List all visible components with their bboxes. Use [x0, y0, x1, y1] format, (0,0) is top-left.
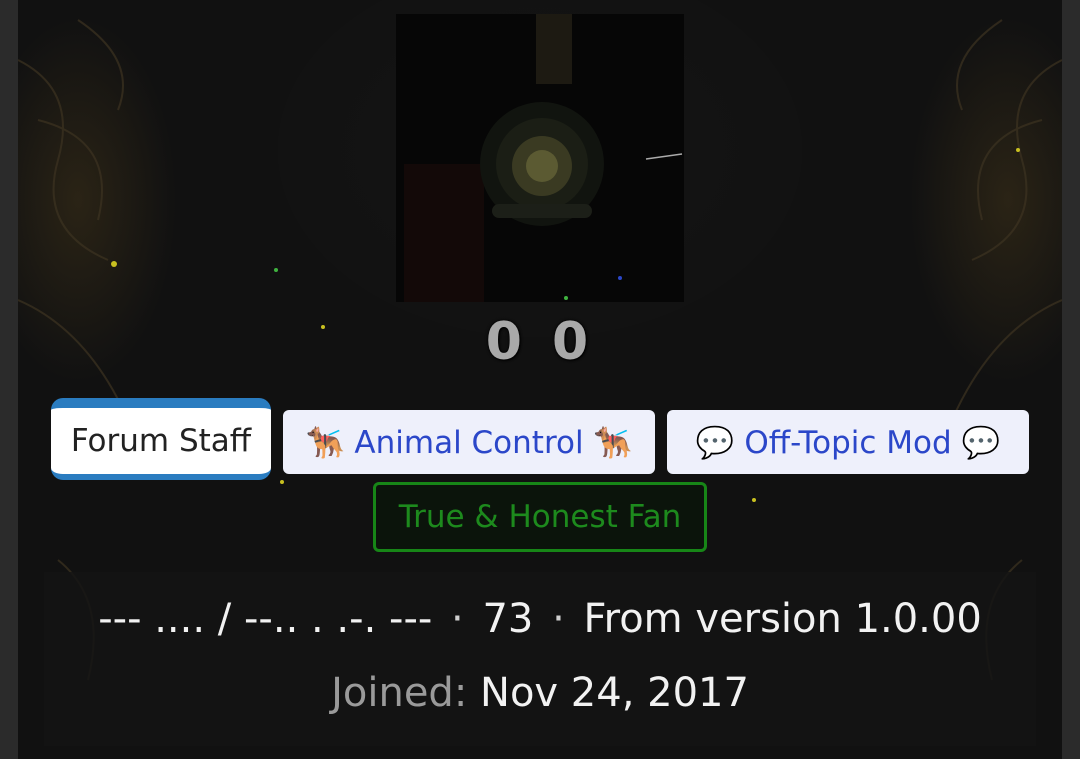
user-title: --- .... / --.. . .-. ---	[98, 596, 433, 642]
forum-staff-badge[interactable]: Forum Staff	[51, 398, 271, 480]
avatar-image	[396, 14, 684, 302]
from-version: From version 1.0.00	[583, 596, 982, 642]
separator: ·	[552, 596, 565, 642]
page: 0 0 Forum Staff 🐕‍🦺 Animal Control 🐕‍🦺 💬…	[0, 0, 1080, 759]
avatar[interactable]	[396, 14, 684, 302]
joined-date: Nov 24, 2017	[480, 670, 749, 716]
animal-control-badge[interactable]: 🐕‍🦺 Animal Control 🐕‍🦺	[283, 410, 655, 474]
separator: ·	[451, 596, 464, 642]
joined-label: Joined:	[331, 670, 468, 716]
true-honest-fan-badge[interactable]: True & Honest Fan	[373, 482, 707, 552]
username[interactable]: 0 0	[18, 312, 1062, 372]
off-topic-mod-badge[interactable]: 💬 Off-Topic Mod 💬	[667, 410, 1029, 474]
joined-line: Joined: Nov 24, 2017	[44, 670, 1036, 716]
profile-card: 0 0 Forum Staff 🐕‍🦺 Animal Control 🐕‍🦺 💬…	[18, 0, 1062, 759]
user-title-line: --- .... / --.. . .-. --- · 73 · From ve…	[44, 596, 1036, 642]
user-info-panel: --- .... / --.. . .-. --- · 73 · From ve…	[44, 572, 1036, 746]
reaction-count: 73	[482, 596, 534, 642]
